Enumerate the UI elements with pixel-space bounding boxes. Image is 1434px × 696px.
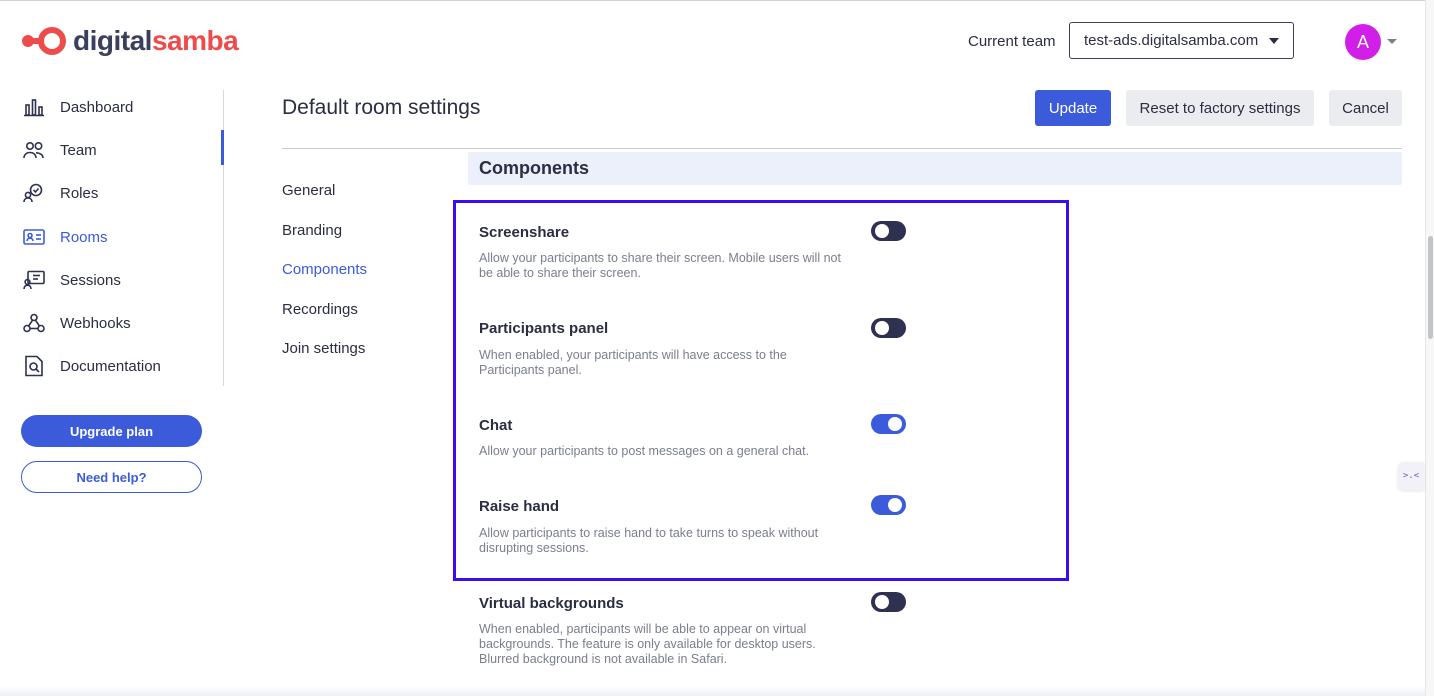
setting-desc-chat: Allow your participants to post messages…	[479, 444, 810, 458]
toggle-raise-hand[interactable]	[871, 495, 906, 515]
current-team-label: Current team	[968, 33, 1056, 50]
avatar[interactable]: A	[1345, 24, 1381, 60]
sidebar-item-team[interactable]: Team	[22, 138, 97, 162]
subnav-join-settings[interactable]: Join settings	[282, 340, 365, 357]
side-widget-button[interactable]: >.<	[1398, 462, 1424, 490]
setting-desc-screenshare: Allow your participants to share their s…	[479, 251, 841, 280]
section-header-components: Components	[468, 152, 1402, 185]
team-icon	[22, 138, 46, 162]
page-title: Default room settings	[282, 96, 481, 119]
sessions-icon	[22, 268, 46, 292]
bottom-edge	[0, 686, 1425, 696]
toggle-virtual-backgrounds[interactable]	[871, 592, 906, 612]
toggle-chat[interactable]	[871, 414, 906, 434]
sidebar-item-label: Team	[60, 141, 97, 159]
setting-title-raise-hand: Raise hand	[479, 498, 560, 515]
sidebar-item-rooms[interactable]: Rooms	[22, 225, 108, 249]
subnav-components[interactable]: Components	[282, 261, 367, 278]
setting-title-participants-panel: Participants panel	[479, 320, 609, 337]
update-button[interactable]: Update	[1035, 90, 1111, 126]
toggle-screenshare[interactable]	[871, 221, 906, 241]
subnav-general[interactable]: General	[282, 182, 335, 199]
setting-desc-raise-hand: Allow participants to raise hand to take…	[479, 526, 819, 555]
documentation-icon	[22, 354, 46, 378]
bar-chart-icon	[22, 95, 46, 119]
subnav-recordings[interactable]: Recordings	[282, 301, 358, 318]
webhooks-icon	[22, 311, 46, 335]
sidebar-item-documentation[interactable]: Documentation	[22, 354, 161, 378]
brand-wordmark: digitalsamba	[73, 25, 239, 56]
sidebar-item-label: Roles	[60, 184, 99, 202]
toggle-knob	[875, 224, 889, 238]
need-help-button[interactable]: Need help?	[21, 461, 202, 493]
sidebar-item-label: Webhooks	[60, 314, 131, 332]
setting-title-virtual-backgrounds: Virtual backgrounds	[479, 595, 624, 612]
avatar-chevron-down-icon[interactable]	[1387, 39, 1397, 44]
toggle-participants-panel[interactable]	[871, 318, 906, 338]
sidebar-item-label: Rooms	[60, 228, 108, 246]
logo-mark-icon	[22, 27, 66, 55]
setting-desc-participants-panel: When enabled, your participants will hav…	[479, 348, 787, 377]
toggle-knob	[875, 321, 889, 335]
subnav-branding[interactable]: Branding	[282, 222, 342, 239]
toggle-knob	[888, 417, 902, 431]
scrollbar-thumb[interactable]	[1428, 236, 1433, 339]
sidebar-item-label: Sessions	[60, 271, 121, 289]
sidebar-active-indicator	[221, 130, 224, 165]
header-divider	[282, 148, 1402, 149]
toggle-knob	[888, 498, 902, 512]
sidebar-item-label: Dashboard	[60, 98, 134, 116]
setting-desc-virtual-backgrounds: When enabled, participants will be able …	[479, 622, 816, 666]
team-select[interactable]: test-ads.digitalsamba.com	[1069, 22, 1294, 59]
scrollbar-track[interactable]	[1425, 0, 1434, 696]
upgrade-plan-button[interactable]: Upgrade plan	[21, 415, 202, 447]
setting-title-chat: Chat	[479, 417, 513, 434]
sidebar-item-roles[interactable]: Roles	[22, 181, 98, 205]
sidebar-item-dashboard[interactable]: Dashboard	[22, 95, 133, 119]
brand-logo[interactable]: digitalsamba	[21, 25, 239, 57]
toggle-knob	[875, 595, 889, 609]
top-bar: digitalsamba Current team test-ads.digit…	[0, 0, 1434, 80]
sidebar-item-sessions[interactable]: Sessions	[22, 268, 121, 292]
setting-title-screenshare: Screenshare	[479, 224, 570, 241]
sidebar-item-webhooks[interactable]: Webhooks	[22, 311, 131, 335]
chevron-down-icon	[1269, 38, 1279, 44]
team-select-value: test-ads.digitalsamba.com	[1084, 32, 1259, 49]
rooms-icon	[22, 225, 46, 249]
roles-icon	[22, 181, 46, 205]
reset-factory-settings-button[interactable]: Reset to factory settings	[1126, 90, 1314, 126]
sidebar-item-label: Documentation	[60, 357, 161, 375]
cancel-button[interactable]: Cancel	[1329, 90, 1402, 126]
